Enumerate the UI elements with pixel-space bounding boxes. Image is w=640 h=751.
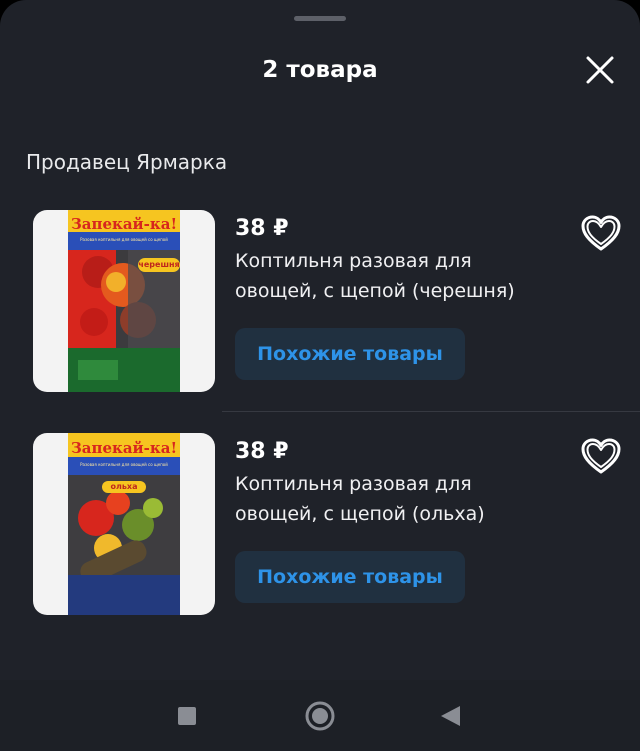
package-flavor: ольха (110, 482, 138, 491)
product-package-image (68, 433, 180, 615)
home-circle-icon (305, 701, 335, 731)
item-name-line: Коптильня разовая для (235, 473, 472, 495)
product-image[interactable]: Запекай-ка! Разовая коптильня для овощей… (33, 433, 215, 615)
cart-item: Запекай-ка! Разовая коптильня для овощей… (0, 433, 640, 619)
item-name-line: овощей, с щепой (черешня) (235, 280, 515, 302)
bottom-sheet: 2 товара Продавец Ярмарка Запекай-ка! Ра… (0, 0, 640, 680)
close-icon (586, 56, 614, 84)
cart-item: Запекай-ка! Разовая коптильня для овощей… (0, 210, 640, 396)
recents-square-icon (178, 707, 196, 725)
home-button[interactable] (302, 698, 338, 734)
sheet-grabber[interactable] (294, 16, 346, 21)
favorite-button[interactable] (580, 214, 622, 254)
item-price: 38 ₽ (235, 439, 289, 464)
package-brand: Запекай-ка! (70, 439, 178, 457)
item-divider (222, 411, 640, 412)
package-subtitle: Разовая коптильня для овощей со щепой (80, 237, 168, 242)
package-brand: Запекай-ка! (70, 215, 178, 233)
package-subtitle: Разовая коптильня для овощей со щепой (80, 462, 168, 467)
item-name-line: Коптильня разовая для (235, 250, 472, 272)
recents-button[interactable] (169, 698, 205, 734)
favorite-button[interactable] (580, 437, 622, 477)
system-navigation-bar (0, 680, 640, 751)
similar-products-button[interactable]: Похожие товары (235, 328, 465, 380)
close-button[interactable] (582, 52, 618, 88)
sheet-title: 2 товара (262, 57, 378, 83)
item-name[interactable]: Коптильня разовая для овощей, с щепой (о… (235, 469, 565, 529)
item-name-line: овощей, с щепой (ольха) (235, 503, 485, 525)
back-triangle-icon (441, 706, 460, 726)
similar-products-button[interactable]: Похожие товары (235, 551, 465, 603)
product-image[interactable]: Запекай-ка! Разовая коптильня для овощей… (33, 210, 215, 392)
heart-outline-icon (581, 438, 621, 474)
seller-name: Продавец Ярмарка (26, 150, 228, 174)
heart-outline-icon (581, 215, 621, 251)
package-flavor: черешня (138, 260, 180, 269)
item-price: 38 ₽ (235, 216, 289, 241)
back-button[interactable] (434, 698, 470, 734)
item-name[interactable]: Коптильня разовая для овощей, с щепой (ч… (235, 246, 565, 306)
